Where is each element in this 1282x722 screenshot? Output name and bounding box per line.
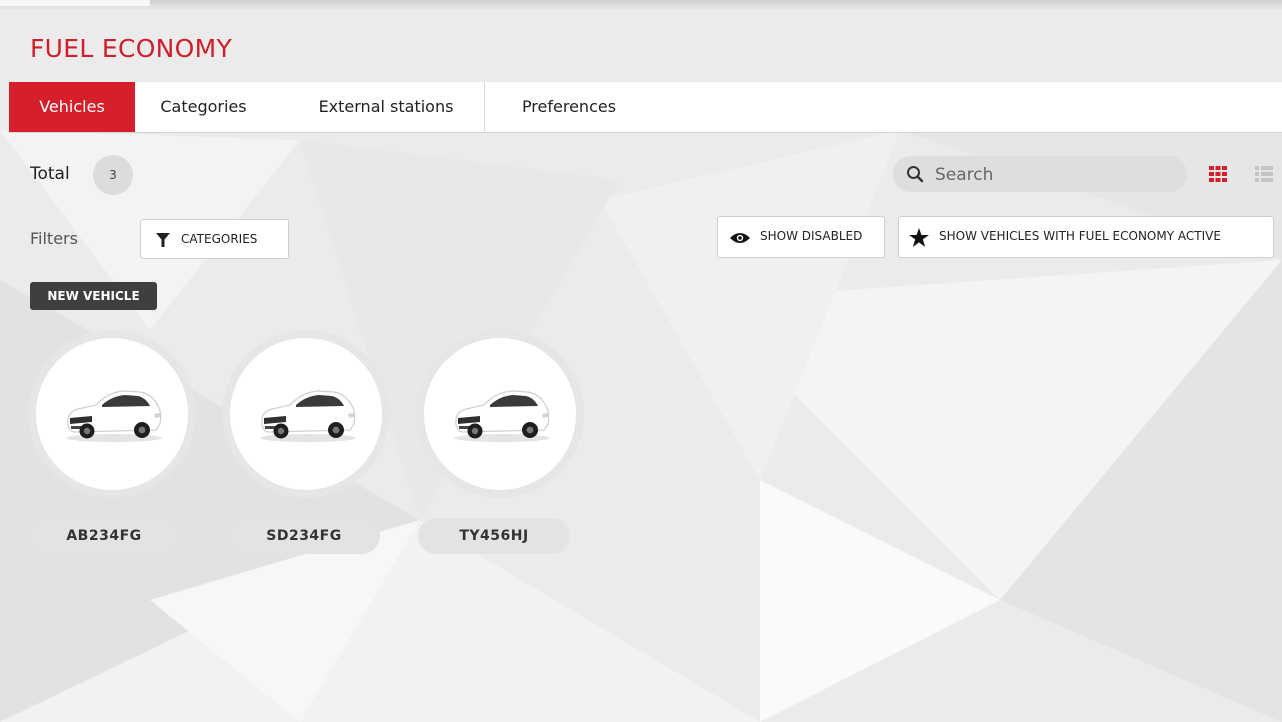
vehicle-plate-label[interactable]: AB234FG — [28, 518, 180, 554]
tab-categories[interactable]: Categories — [141, 82, 266, 132]
tab-external-stations[interactable]: External stations — [291, 82, 481, 132]
grid-view-icon[interactable] — [1209, 166, 1227, 182]
star-icon — [909, 228, 929, 247]
total-label: Total — [30, 164, 70, 184]
browser-top-strip — [0, 0, 1282, 12]
filter-icon — [156, 233, 170, 247]
car-icon — [454, 390, 550, 442]
search-box[interactable] — [893, 156, 1187, 194]
search-input[interactable] — [933, 156, 1177, 194]
show-disabled-button[interactable]: SHOW DISABLED — [717, 216, 885, 258]
tab-preferences[interactable]: Preferences — [499, 82, 639, 132]
show-disabled-label: SHOW DISABLED — [760, 229, 863, 243]
page-title: FUEL ECONOMY — [30, 34, 233, 63]
vehicle-plate-label[interactable]: SD234FG — [228, 518, 380, 554]
tab-divider — [484, 82, 485, 132]
filters-label: Filters — [30, 229, 78, 248]
vehicle-avatar[interactable] — [28, 330, 196, 498]
categories-filter-button[interactable]: CATEGORIES — [140, 219, 289, 259]
vehicle-avatar[interactable] — [416, 330, 584, 498]
categories-filter-label: CATEGORIES — [181, 232, 258, 246]
new-vehicle-button[interactable]: NEW VEHICLE — [30, 282, 157, 310]
total-count-badge: 3 — [93, 155, 133, 195]
car-icon — [260, 390, 356, 442]
search-icon — [907, 166, 924, 183]
show-fuel-economy-active-label: SHOW VEHICLES WITH FUEL ECONOMY ACTIVE — [939, 229, 1221, 243]
car-icon — [66, 390, 162, 442]
list-view-icon[interactable] — [1255, 166, 1273, 182]
vehicle-avatar[interactable] — [222, 330, 390, 498]
eye-icon — [730, 233, 750, 243]
show-fuel-economy-active-button[interactable]: SHOW VEHICLES WITH FUEL ECONOMY ACTIVE — [898, 216, 1274, 258]
vehicle-plate-label[interactable]: TY456HJ — [418, 518, 570, 554]
tab-bar: Vehicles Categories External stations Pr… — [9, 82, 1282, 133]
tab-vehicles[interactable]: Vehicles — [9, 82, 135, 132]
